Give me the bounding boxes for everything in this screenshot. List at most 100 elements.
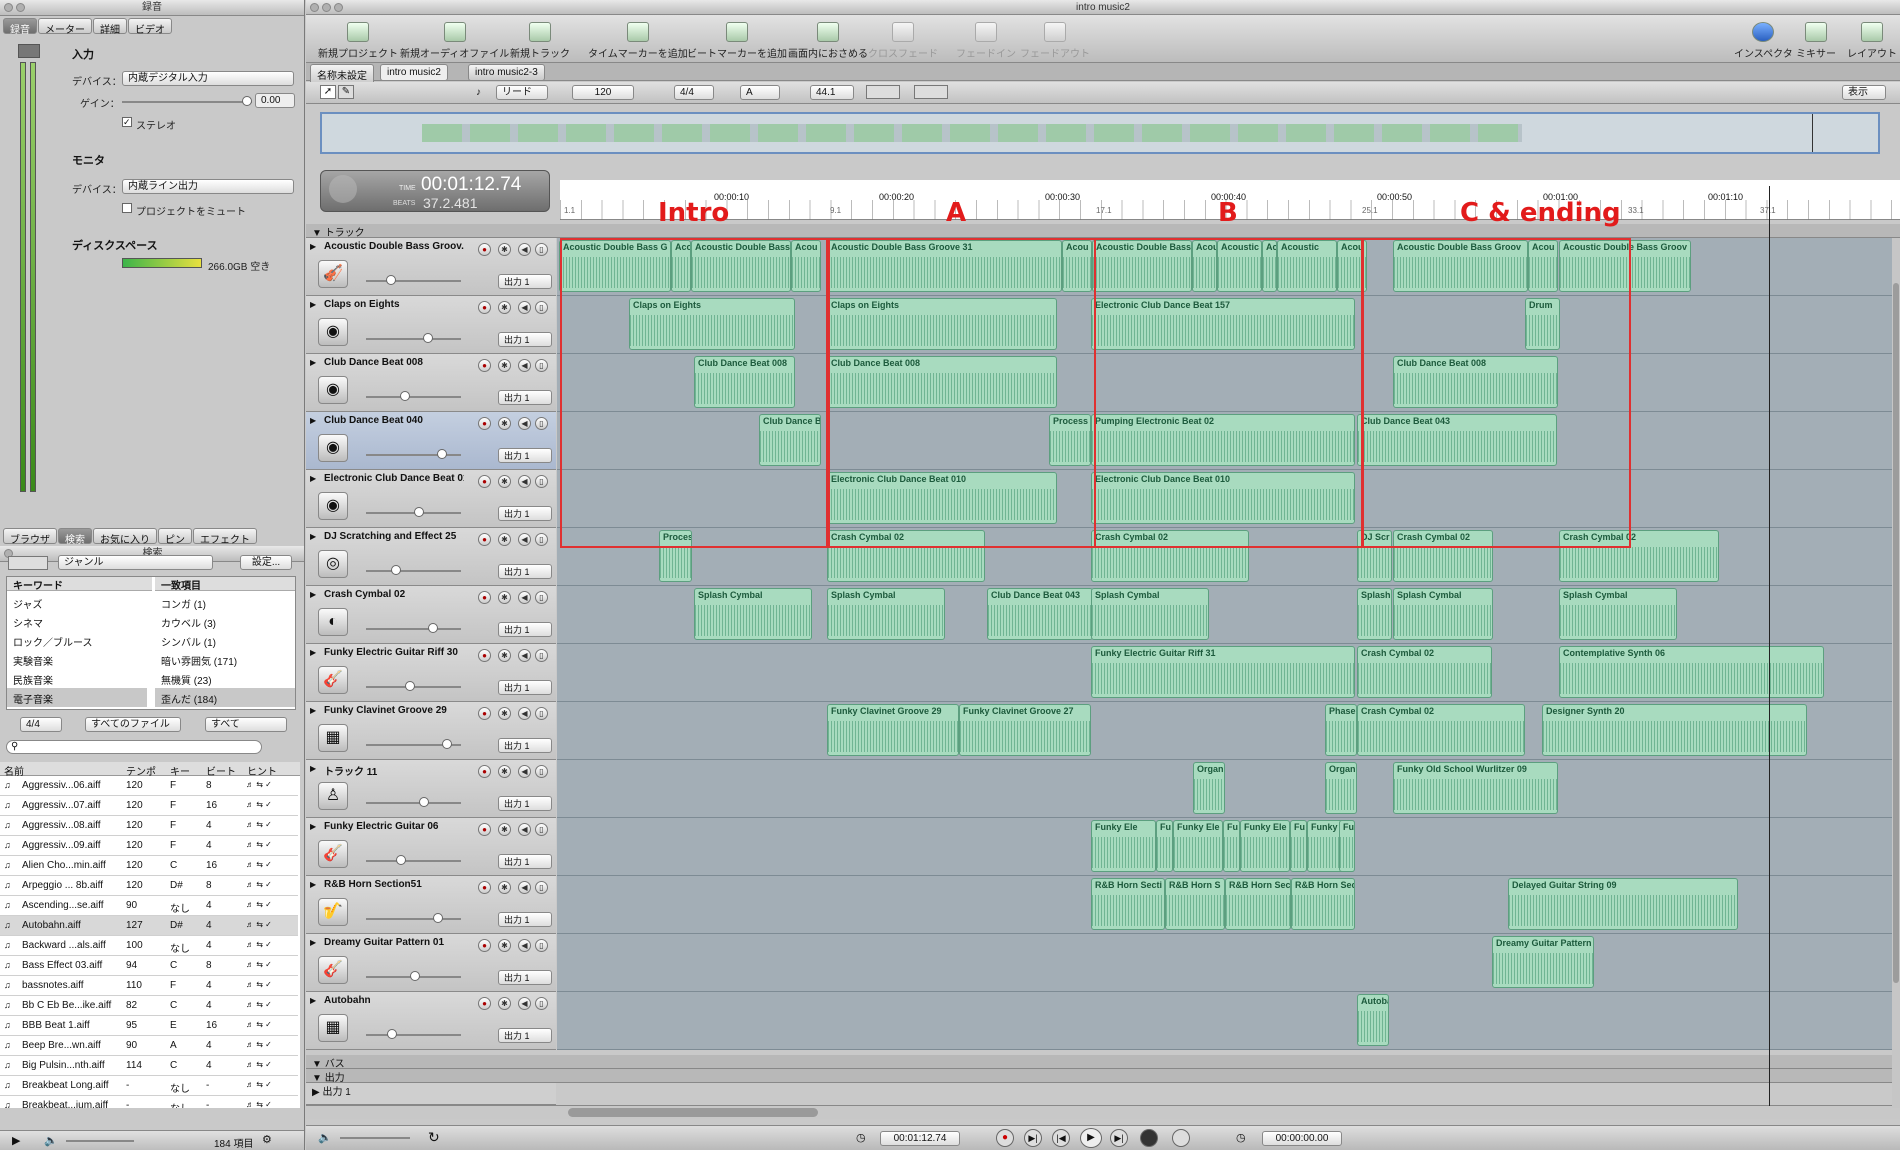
track-lane[interactable]: Autoba — [557, 992, 1900, 1050]
solo-icon[interactable]: ✱ — [498, 243, 511, 256]
volume-knob[interactable] — [442, 739, 452, 749]
track-header[interactable]: ▶ DJ Scratching and Effect 25 ◎ ● ✱ ◀ ▯ 出力 1 — [306, 528, 556, 586]
volume-slider[interactable] — [366, 797, 461, 807]
audio-region[interactable]: Contemplative Synth 06 — [1559, 646, 1824, 698]
track-name[interactable]: Claps on Eights — [324, 299, 464, 310]
vertical-scrollbar[interactable] — [1892, 238, 1900, 1108]
volume-knob[interactable] — [405, 681, 415, 691]
instrument-icon[interactable]: 🎸 — [318, 840, 348, 868]
file-row[interactable]: ♫ Autobahn.aiff 127 D# 4 ♬ ⇆ ✓ — [0, 916, 298, 936]
transport-time[interactable]: 00:01:12.74 — [880, 1131, 960, 1146]
file-row[interactable]: ♫ Ascending...se.aiff 90 なし 4 ♬ ⇆ ✓ — [0, 896, 298, 916]
track-lane[interactable]: Funky Ele Fu Funky Ele Fu Funky Ele Fu Funky E… — [557, 818, 1900, 876]
pointer-tool-icon[interactable]: ➚ — [320, 85, 336, 99]
mode-select[interactable]: リード — [496, 85, 548, 100]
lock-icon[interactable]: ▯ — [535, 301, 548, 314]
match-item[interactable]: 歪んだ (184) — [155, 688, 295, 707]
lock-icon[interactable]: ▯ — [535, 475, 548, 488]
audio-region[interactable]: Funky Clavinet Groove 29 — [827, 704, 959, 756]
volume-knob[interactable] — [423, 333, 433, 343]
disclosure-icon[interactable]: ▶ — [310, 880, 316, 889]
record-enable-icon[interactable]: ● — [478, 939, 491, 952]
file-row[interactable]: ♫ Bass Effect 03.aiff 94 C 8 ♬ ⇆ ✓ — [0, 956, 298, 976]
add-time-marker-button[interactable]: タイムマーカーを追加 — [588, 22, 688, 60]
solo-icon[interactable]: ✱ — [498, 591, 511, 604]
end-time[interactable]: 00:00:00.00 — [1262, 1131, 1342, 1146]
output-select[interactable]: 出力 1 — [498, 680, 552, 695]
volume-knob[interactable] — [400, 391, 410, 401]
new-audio-file-button[interactable]: 新規オーディオファイル — [400, 22, 509, 60]
audio-region[interactable]: Club Dance Beat 043 — [987, 588, 1093, 640]
gain-value[interactable]: 0.00 — [255, 93, 295, 108]
audio-region[interactable]: Funky Ele — [1091, 820, 1156, 872]
output-select[interactable]: 出力 1 — [498, 970, 552, 985]
close-icon[interactable] — [4, 3, 13, 12]
output-select[interactable]: 出力 1 — [498, 912, 552, 927]
audio-region[interactable]: Organ — [1325, 762, 1357, 814]
zoom-icon[interactable] — [334, 3, 343, 12]
output-select[interactable]: 出力 1 — [498, 1028, 552, 1043]
play-button[interactable]: ▶ — [1080, 1128, 1102, 1148]
track-name[interactable]: R&B Horn Section51 — [324, 879, 464, 890]
sample-rate-field[interactable]: 44.1 — [810, 85, 854, 100]
match-item[interactable]: 無機質 (23) — [155, 669, 295, 688]
doc-tab-intro-music2[interactable]: intro music2 — [380, 64, 448, 81]
lock-icon[interactable]: ▯ — [535, 649, 548, 662]
volume-knob[interactable] — [437, 449, 447, 459]
file-row[interactable]: ♫ Aggressiv...09.aiff 120 F 4 ♬ ⇆ ✓ — [0, 836, 298, 856]
input-device-select[interactable]: 内蔵デジタル入力 — [122, 71, 294, 86]
overview-timeline[interactable] — [320, 112, 1880, 154]
audio-region[interactable]: Fu — [1156, 820, 1173, 872]
audio-region[interactable]: R&B Horn Sec — [1225, 878, 1291, 930]
instrument-icon[interactable]: 🎻 — [318, 260, 348, 288]
match-item[interactable]: 暗い雰囲気 (171) — [155, 650, 295, 669]
tab-favorites[interactable]: お気に入り — [93, 528, 157, 546]
track-name[interactable]: Funky Clavinet Groove 29 — [324, 705, 464, 716]
disclosure-icon[interactable]: ▶ — [310, 764, 316, 773]
track-header[interactable]: ▶ Club Dance Beat 008 ◉ ● ✱ ◀ ▯ 出力 1 — [306, 354, 556, 412]
volume-knob[interactable] — [419, 797, 429, 807]
track-lane[interactable]: Funky Clavinet Groove 29 Funky Clavinet G… — [557, 702, 1900, 760]
volume-slider[interactable] — [366, 1029, 461, 1039]
file-row[interactable]: ♫ Alien Cho...min.aiff 120 C 16 ♬ ⇆ ✓ — [0, 856, 298, 876]
view-toggle-icon[interactable] — [8, 556, 48, 570]
instrument-icon[interactable]: 🎸 — [318, 666, 348, 694]
record-enable-icon[interactable]: ● — [478, 417, 491, 430]
track-header[interactable]: ▶ トラック 11 ♙ ● ✱ ◀ ▯ 出力 1 — [306, 760, 556, 818]
audio-region[interactable]: Splash Cymbal — [827, 588, 945, 640]
tempo-field[interactable]: 120 — [572, 85, 634, 100]
audio-region[interactable]: Funky Old School Wurlitzer 09 — [1393, 762, 1558, 814]
fit-in-window-button[interactable]: 画面内におさめる — [788, 22, 868, 60]
audio-region[interactable]: Phase — [1325, 704, 1357, 756]
pencil-tool-icon[interactable]: ✎ — [338, 85, 354, 99]
time-signature-select[interactable]: 4/4 — [674, 85, 714, 100]
track-name[interactable]: トラック 11 — [324, 763, 464, 778]
new-track-button[interactable]: 新規トラック — [510, 22, 570, 60]
volume-slider[interactable] — [366, 739, 461, 749]
audio-region[interactable]: Funky Electric Guitar Riff 31 — [1091, 646, 1355, 698]
volume-slider[interactable] — [366, 913, 461, 923]
solo-icon[interactable]: ✱ — [498, 301, 511, 314]
bus-header[interactable]: ▼ バス — [306, 1055, 1900, 1070]
audio-region[interactable]: Splash — [1357, 588, 1392, 640]
loop-button[interactable] — [1140, 1129, 1158, 1147]
solo-icon[interactable]: ✱ — [498, 997, 511, 1010]
volume-slider[interactable] — [366, 333, 461, 343]
stereo-checkbox[interactable]: ✓ — [122, 117, 132, 127]
mute-icon[interactable]: ◀ — [518, 823, 531, 836]
audio-region[interactable]: Funky Clavinet Groove 27 — [959, 704, 1091, 756]
close-icon[interactable] — [310, 3, 319, 12]
audio-region[interactable]: R&B Horn S — [1165, 878, 1225, 930]
mute-icon[interactable]: ◀ — [518, 997, 531, 1010]
track-header[interactable]: ▶ Acoustic Double Bass Groov... 🎻 ● ✱ ◀ ▯ 出力 1 — [306, 238, 556, 296]
track-lane[interactable]: Funky Electric Guitar Riff 31 Crash Cymba… — [557, 644, 1900, 702]
gear-icon[interactable]: ⚙ — [262, 1133, 272, 1146]
disclosure-icon[interactable]: ▶ — [310, 938, 316, 947]
mute-icon[interactable]: ◀ — [518, 939, 531, 952]
instrument-icon[interactable]: ◐ — [318, 608, 348, 636]
disclosure-icon[interactable]: ▶ — [310, 532, 316, 541]
tab-record[interactable]: 録音 — [3, 18, 37, 36]
volume-slider[interactable] — [366, 971, 461, 981]
record-enable-icon[interactable]: ● — [478, 533, 491, 546]
audio-region[interactable]: Designer Synth 20 — [1542, 704, 1807, 756]
